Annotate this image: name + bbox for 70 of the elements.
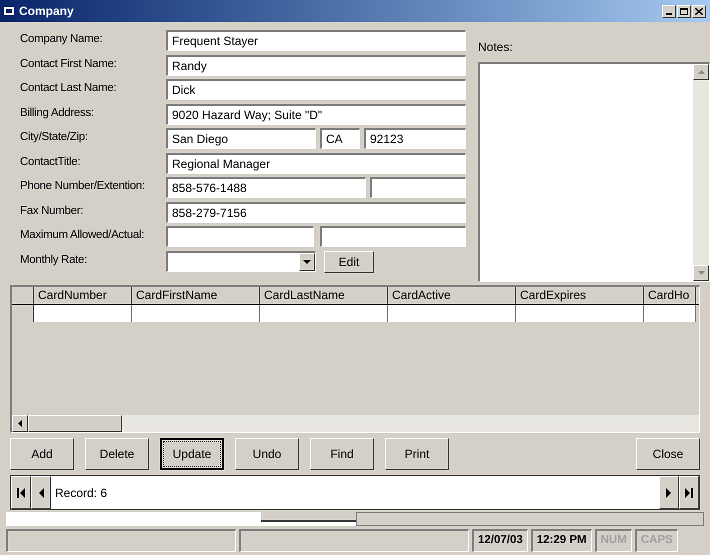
text-field[interactable]: 858-279-7156: [166, 202, 466, 222]
status-indicator: 12/07/03: [472, 529, 528, 552]
maximize-button[interactable]: [677, 4, 691, 18]
command-button[interactable]: Update: [160, 438, 224, 470]
text-field[interactable]: Dick: [166, 79, 466, 100]
command-button[interactable]: Find: [310, 438, 374, 470]
table-cell[interactable]: [260, 305, 388, 322]
status-indicator: 12:29 PM: [530, 529, 592, 552]
last-record-icon[interactable]: [684, 488, 694, 498]
dropdown-field[interactable]: [166, 251, 316, 272]
text-field[interactable]: Regional Manager: [166, 152, 466, 174]
field-label: Contact Last Name:: [20, 81, 118, 96]
text-field[interactable]: 9020 Hazard Way; Suite "D": [166, 104, 466, 124]
column-header[interactable]: CardLastName: [260, 287, 388, 304]
scrollbar-thumb[interactable]: [28, 415, 122, 432]
close-button[interactable]: [692, 4, 706, 18]
minimize-button[interactable]: [662, 4, 676, 18]
column-header[interactable]: CardFirstName: [132, 287, 260, 304]
first-record-icon[interactable]: [16, 488, 26, 498]
table-cell[interactable]: [516, 305, 644, 322]
notes-label: Notes:: [478, 39, 514, 56]
table-cell[interactable]: [388, 305, 516, 322]
field-label: ContactTitle:: [20, 154, 82, 170]
text-field[interactable]: 858-576-1488: [166, 177, 366, 198]
scroll-up-icon[interactable]: [698, 70, 704, 74]
field-label: City/State/Zip:: [20, 130, 89, 145]
column-header[interactable]: CardHo: [644, 287, 696, 304]
field-label: Billing Address:: [20, 106, 95, 120]
previous-record-button[interactable]: [31, 476, 51, 509]
field-label: Contact First Name:: [20, 56, 118, 72]
column-header[interactable]: CardExpires: [516, 287, 644, 304]
text-field[interactable]: San Diego: [166, 128, 316, 149]
text-field[interactable]: Frequent Stayer: [166, 30, 466, 51]
field-label: Monthly Rate:: [20, 252, 88, 268]
first-record-button[interactable]: [11, 476, 31, 509]
notes-field[interactable]: [478, 62, 710, 282]
column-header[interactable]: CardNumber: [34, 287, 132, 304]
next-record-button[interactable]: [659, 476, 679, 509]
text-field[interactable]: [320, 226, 466, 247]
column-header[interactable]: CardActive: [388, 287, 516, 304]
command-button[interactable]: Add: [10, 438, 74, 470]
command-button[interactable]: Print: [385, 438, 449, 470]
edit-button[interactable]: Edit: [324, 250, 374, 272]
field-label: Company Name:: [20, 32, 104, 47]
table-cell[interactable]: [132, 305, 260, 322]
table-cell[interactable]: [34, 305, 132, 322]
text-field[interactable]: 92123: [364, 128, 466, 149]
scroll-down-icon[interactable]: [698, 271, 704, 275]
minimize-icon: [666, 12, 672, 14]
maximize-icon: [680, 8, 688, 14]
command-button[interactable]: Undo: [235, 438, 299, 470]
window-title: Company: [19, 3, 74, 20]
close-icon: [695, 8, 703, 14]
horizontal-scrollbar[interactable]: [12, 415, 699, 432]
next-record-icon[interactable]: [664, 488, 674, 498]
text-field[interactable]: Randy: [166, 54, 466, 76]
command-button[interactable]: Delete: [85, 438, 149, 470]
field-label: Phone Number/Extention:: [20, 179, 146, 194]
text-field[interactable]: CA: [320, 128, 360, 149]
text-field[interactable]: [166, 226, 314, 247]
scroll-left-icon[interactable]: [18, 420, 22, 427]
window-icon: [4, 6, 16, 16]
last-record-button[interactable]: [679, 476, 699, 509]
field-label: Fax Number:: [20, 204, 84, 218]
table-cell[interactable]: [644, 305, 696, 322]
vertical-scrollbar[interactable]: [693, 64, 709, 281]
record-label: Record: 6: [55, 484, 108, 502]
text-field[interactable]: [370, 177, 466, 198]
command-button[interactable]: Close: [636, 438, 700, 470]
field-label: Maximum Allowed/Actual:: [20, 228, 146, 243]
